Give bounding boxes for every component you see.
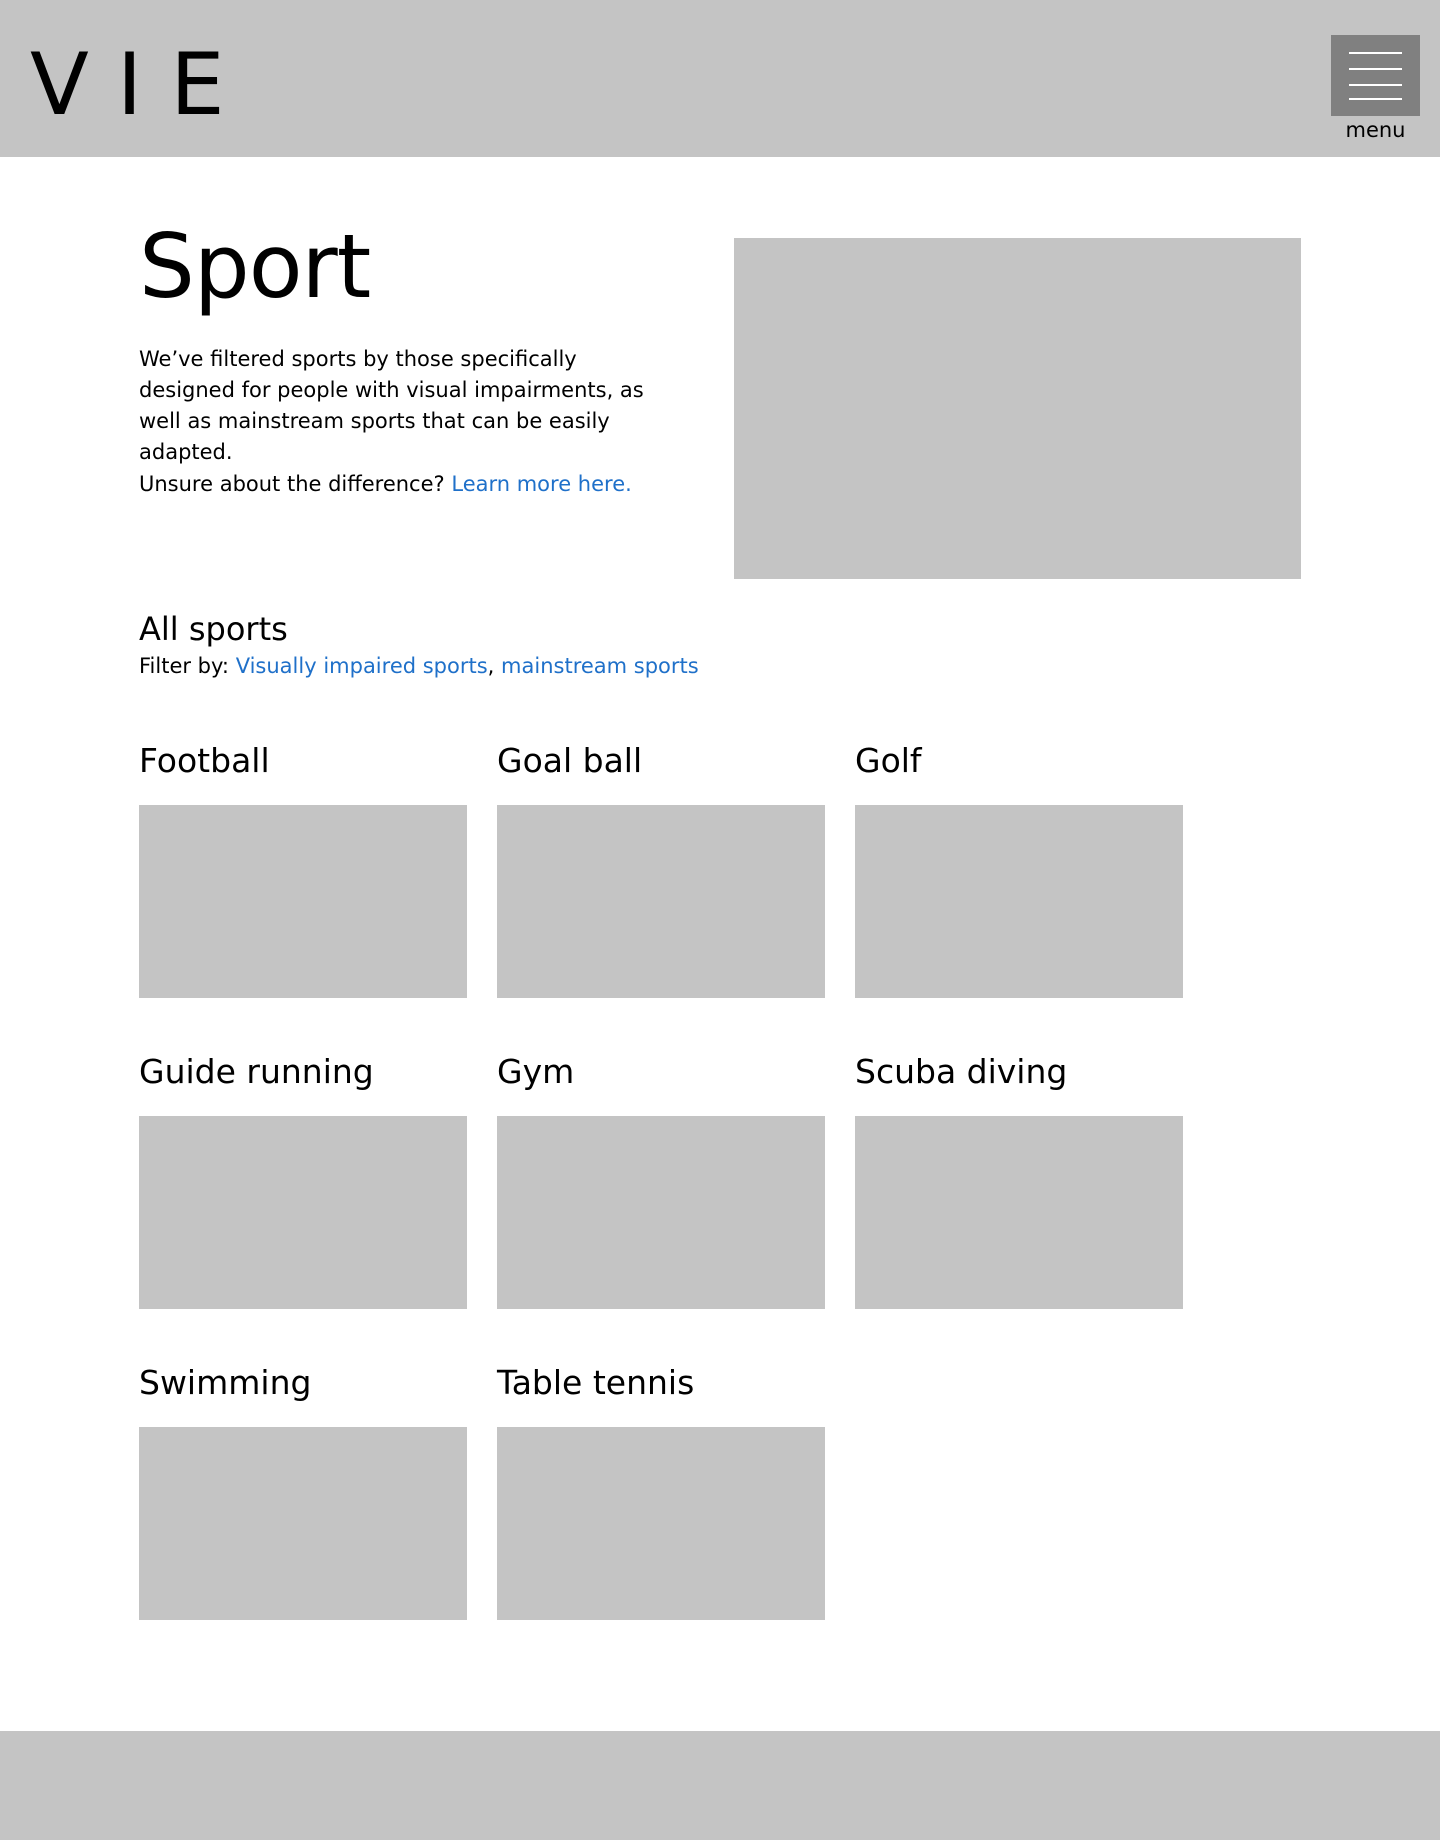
filter-mainstream-link[interactable]: mainstream sports	[501, 654, 699, 678]
sport-card-title[interactable]: Table tennis	[497, 1361, 825, 1421]
sport-card-image[interactable]	[139, 1427, 467, 1620]
sport-card-title[interactable]: Golf	[855, 739, 1183, 799]
sport-card-guide-running[interactable]: Guide running	[139, 1050, 467, 1309]
sport-card-title[interactable]: Guide running	[139, 1050, 467, 1110]
site-logo[interactable]: VIE	[30, 30, 253, 140]
page-title: Sport	[139, 215, 371, 318]
hamburger-icon-line	[1349, 98, 1402, 100]
hamburger-icon-line	[1349, 84, 1402, 86]
difference-note-text: Unsure about the difference?	[139, 472, 445, 496]
sport-card-title[interactable]: Gym	[497, 1050, 825, 1110]
sport-card-image[interactable]	[497, 1116, 825, 1309]
hero-image-placeholder	[734, 238, 1301, 579]
filter-label: Filter by:	[139, 654, 229, 678]
sport-card-title[interactable]: Scuba diving	[855, 1050, 1183, 1110]
hamburger-icon-line	[1349, 68, 1402, 70]
menu-label[interactable]: menu	[1331, 117, 1420, 143]
sport-card-image[interactable]	[855, 1116, 1183, 1309]
sport-card-gym[interactable]: Gym	[497, 1050, 825, 1309]
filter-visually-impaired-link[interactable]: Visually impaired sports	[236, 654, 488, 678]
page-description: We’ve filtered sports by those specifica…	[139, 347, 644, 464]
all-sports-heading: All sports	[139, 610, 288, 648]
sport-card-swimming[interactable]: Swimming	[139, 1361, 467, 1620]
sport-card-table-tennis[interactable]: Table tennis	[497, 1361, 825, 1620]
sport-card-image[interactable]	[855, 805, 1183, 998]
filter-separator: ,	[487, 654, 495, 678]
sport-card-goal-ball[interactable]: Goal ball	[497, 739, 825, 998]
sport-card-title[interactable]: Football	[139, 739, 467, 799]
sport-card-football[interactable]: Football	[139, 739, 467, 998]
sport-card-image[interactable]	[139, 1116, 467, 1309]
menu-button[interactable]	[1331, 35, 1420, 116]
sport-card-image[interactable]	[497, 1427, 825, 1620]
sport-card-image[interactable]	[139, 805, 467, 998]
site-header: VIE menu	[0, 0, 1440, 157]
sport-card-title[interactable]: Swimming	[139, 1361, 467, 1421]
sport-card-golf[interactable]: Golf	[855, 739, 1183, 998]
site-footer	[0, 1731, 1440, 1840]
hamburger-icon-line	[1349, 52, 1402, 54]
learn-more-link[interactable]: Learn more here.	[451, 472, 631, 496]
sport-card-image[interactable]	[497, 805, 825, 998]
sport-card-title[interactable]: Goal ball	[497, 739, 825, 799]
sport-card-scuba-diving[interactable]: Scuba diving	[855, 1050, 1183, 1309]
difference-note: Unsure about the difference? Learn more …	[139, 469, 699, 500]
filter-row: Filter by: Visually impaired sports, mai…	[139, 651, 699, 681]
